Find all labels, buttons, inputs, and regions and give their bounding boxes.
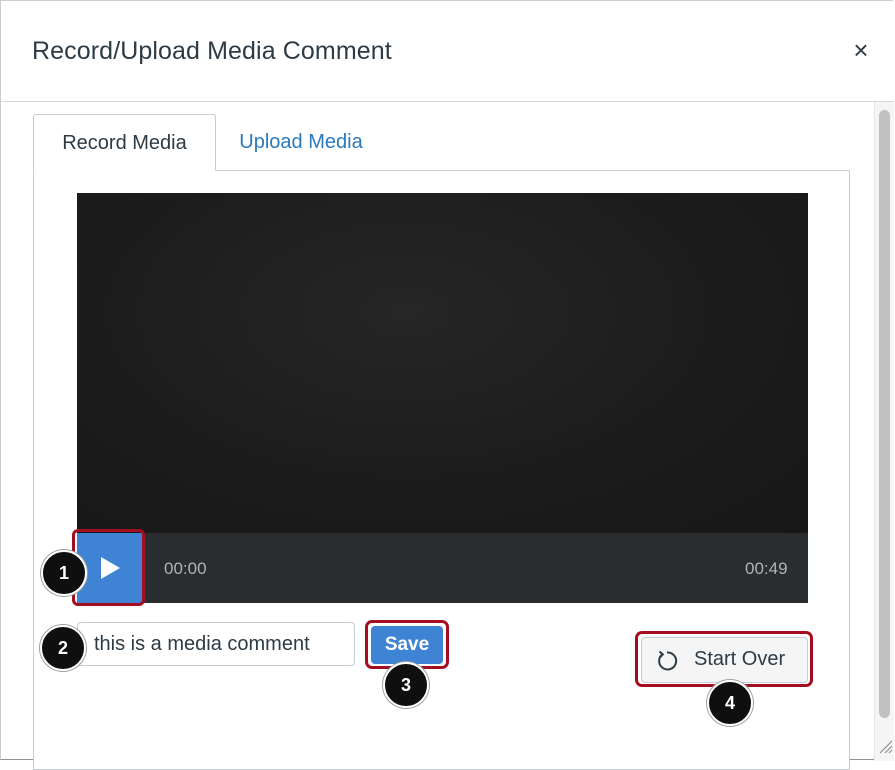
callout-3: 3: [383, 662, 429, 708]
tab-record-media[interactable]: Record Media: [33, 114, 216, 171]
start-over-highlight: [635, 631, 813, 687]
resize-grip-icon[interactable]: [877, 738, 893, 754]
player-controls-bar: 00:00 00:49: [77, 533, 808, 603]
video-preview[interactable]: [77, 193, 808, 533]
callout-4: 4: [707, 680, 753, 726]
close-icon[interactable]: ×: [850, 37, 872, 63]
dialog-scrollbar[interactable]: [874, 102, 894, 761]
scrollbar-thumb[interactable]: [879, 110, 890, 718]
callout-1: 1: [41, 550, 87, 596]
callout-2: 2: [40, 625, 86, 671]
media-tabs: Record Media Upload Media: [33, 114, 850, 171]
dialog-title: Record/Upload Media Comment: [32, 37, 392, 65]
dialog-header: Record/Upload Media Comment ×: [1, 1, 894, 102]
current-time: 00:00: [164, 559, 207, 578]
tab-upload-media[interactable]: Upload Media: [216, 114, 386, 171]
total-time: 00:49: [745, 559, 788, 578]
media-comment-input[interactable]: [77, 622, 355, 666]
